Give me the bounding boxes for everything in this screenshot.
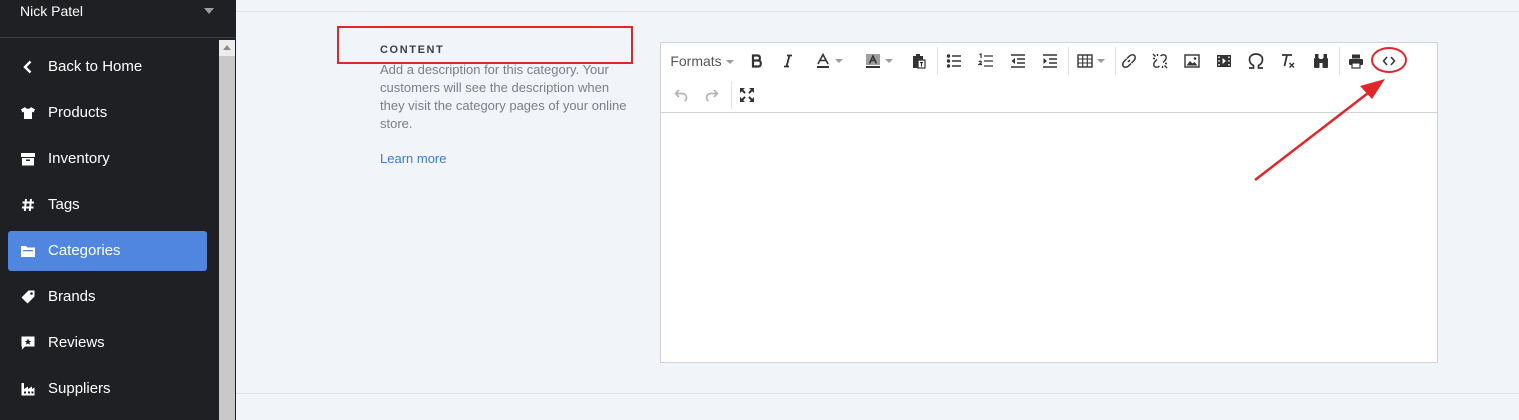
tag-icon [21, 290, 35, 304]
sidebar-item-back-to-home[interactable]: Back to Home [8, 47, 207, 87]
divider [236, 393, 1519, 394]
hash-icon [22, 198, 34, 212]
chevron-down-icon [1097, 59, 1105, 64]
bullet-list-icon[interactable] [942, 44, 966, 78]
main-content: CONTENT Add a description for this categ… [236, 0, 1519, 420]
toolbar-separator [731, 81, 732, 109]
find-replace-icon[interactable] [1309, 44, 1333, 78]
background-color-icon[interactable] [857, 44, 901, 78]
star-comment-icon [21, 336, 35, 350]
sidebar-item-reviews[interactable]: Reviews [8, 323, 207, 363]
media-icon[interactable] [1212, 44, 1236, 78]
folder-icon [21, 246, 35, 257]
chevron-down-icon [835, 59, 843, 64]
numbered-list-icon[interactable] [974, 44, 998, 78]
annotation-highlight-box [337, 26, 633, 64]
sidebar-item-label: Suppliers [48, 380, 111, 397]
indent-icon[interactable] [1038, 44, 1062, 78]
archive-icon [21, 153, 35, 166]
toolbar-separator [937, 47, 938, 75]
sidebar-item-inventory[interactable]: Inventory [8, 139, 207, 179]
divider [236, 11, 1519, 12]
sidebar: Nick Patel Back to Home Products Invento… [0, 0, 236, 420]
sidebar-scrollbar[interactable] [219, 40, 235, 420]
sidebar-item-label: Reviews [48, 334, 105, 351]
sidebar-item-label: Categories [48, 242, 121, 259]
unlink-icon[interactable] [1148, 44, 1172, 78]
italic-icon[interactable] [776, 44, 800, 78]
bold-icon[interactable] [745, 44, 769, 78]
sidebar-item-label: Inventory [48, 150, 110, 167]
tshirt-icon [21, 107, 35, 119]
image-icon[interactable] [1180, 44, 1204, 78]
table-icon[interactable] [1073, 44, 1109, 78]
annotation-circle [1371, 47, 1407, 73]
print-icon[interactable] [1344, 44, 1368, 78]
link-icon[interactable] [1117, 44, 1141, 78]
sidebar-item-suppliers[interactable]: Suppliers [8, 369, 207, 409]
formats-dropdown[interactable]: Formats [669, 44, 735, 78]
chevron-left-icon [23, 60, 32, 74]
chevron-down-icon [725, 60, 734, 65]
fullscreen-icon[interactable] [735, 78, 759, 112]
special-character-icon[interactable] [1244, 44, 1268, 78]
clear-formatting-icon[interactable] [1276, 44, 1300, 78]
sidebar-item-label: Brands [48, 288, 96, 305]
section-description: Add a description for this category. You… [380, 62, 627, 131]
redo-icon[interactable] [700, 78, 724, 112]
chevron-down-icon [885, 59, 893, 64]
editor-toolbar: Formats [661, 43, 1437, 113]
sidebar-item-tags[interactable]: Tags [8, 185, 207, 225]
scroll-up-button[interactable] [219, 40, 235, 56]
user-name: Nick Patel [20, 3, 84, 19]
sidebar-item-products[interactable]: Products [8, 93, 207, 133]
paste-text-icon[interactable] [907, 44, 931, 78]
formats-label: Formats [670, 53, 722, 69]
toolbar-separator [1115, 47, 1116, 75]
outdent-icon[interactable] [1006, 44, 1030, 78]
sidebar-item-brands[interactable]: Brands [8, 277, 207, 317]
learn-more-link[interactable]: Learn more [380, 151, 446, 166]
toolbar-separator [1068, 47, 1069, 75]
sidebar-item-label: Back to Home [48, 58, 143, 75]
industry-icon [21, 383, 35, 396]
sidebar-item-label: Products [48, 104, 108, 121]
undo-icon[interactable] [669, 78, 693, 112]
toolbar-separator [1339, 47, 1340, 75]
rich-text-editor: Formats [660, 42, 1438, 363]
chevron-down-icon[interactable] [204, 8, 214, 14]
sidebar-nav: Back to Home Products Inventory Tags Cat… [0, 47, 219, 415]
editor-content-area[interactable] [661, 113, 1437, 362]
sidebar-item-categories[interactable]: Categories [8, 231, 207, 271]
sidebar-item-label: Tags [48, 196, 80, 213]
text-color-icon[interactable] [807, 44, 851, 78]
user-menu[interactable]: Nick Patel [0, 0, 236, 38]
